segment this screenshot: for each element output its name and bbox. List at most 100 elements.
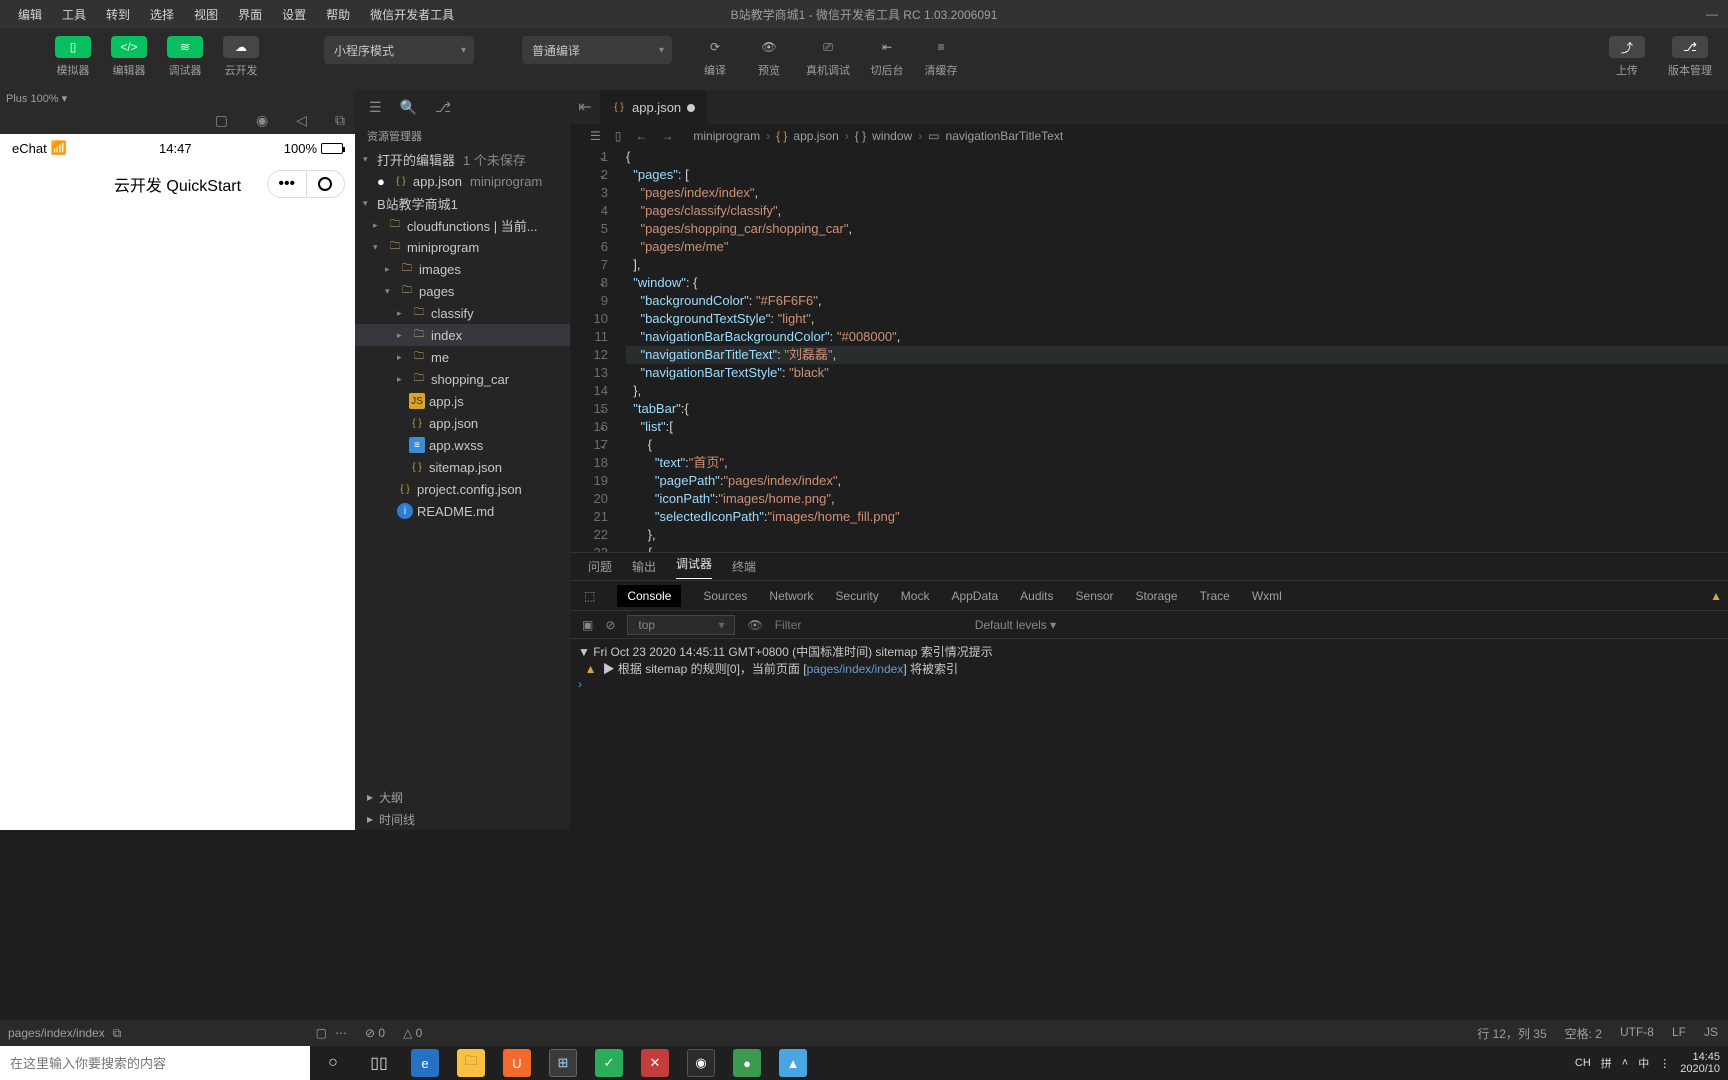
devtab-audits[interactable]: Audits (1020, 589, 1053, 603)
devtab-mock[interactable]: Mock (901, 589, 930, 603)
preview-button[interactable]: 👁 预览 (744, 36, 794, 78)
sim-screenshot-icon[interactable]: ▢ (316, 1026, 327, 1040)
tree-appjs[interactable]: JS app.js (355, 390, 570, 412)
nav-back-icon[interactable]: ← (635, 129, 647, 143)
eol[interactable]: LF (1672, 1025, 1686, 1042)
copy-icon[interactable]: ⧉ (113, 1026, 122, 1041)
context-selector[interactable]: top ▾ (627, 615, 735, 635)
clear-console-icon[interactable]: ⊘ (605, 618, 615, 632)
tree-images[interactable]: ▸🗀 images (355, 258, 570, 280)
editor-list-icon[interactable]: ☰ (590, 129, 601, 143)
menu-edit[interactable]: 编辑 (8, 6, 52, 23)
sim-more-icon[interactable]: ⋯ (335, 1026, 347, 1040)
status-warnings[interactable]: △ 0 (403, 1026, 422, 1040)
devtab-trace[interactable]: Trace (1200, 589, 1230, 603)
devtab-security[interactable]: Security (835, 589, 878, 603)
tab-terminal[interactable]: 终端 (732, 558, 756, 575)
devtab-storage[interactable]: Storage (1136, 589, 1178, 603)
explorer-git-icon[interactable]: ⎇ (435, 99, 451, 116)
upload-button[interactable]: ⤴ 上传 (1602, 36, 1652, 78)
log-levels-dropdown[interactable]: Default levels ▾ (975, 618, 1056, 632)
sidebar-toggle-icon[interactable]: ▣ (582, 618, 593, 632)
tree-pages[interactable]: ▾🗀 pages (355, 280, 570, 302)
tab-output[interactable]: 输出 (632, 558, 656, 575)
menu-ui[interactable]: 界面 (228, 6, 272, 23)
cursor-position[interactable]: 行 12，列 35 (1477, 1025, 1546, 1042)
devtab-sources[interactable]: Sources (703, 589, 747, 603)
wechat-icon[interactable]: ✓ (595, 1049, 623, 1077)
tree-me[interactable]: ▸🗀 me (355, 346, 570, 368)
tree-appjson[interactable]: { } app.json (355, 412, 570, 434)
tree-projectconfig[interactable]: { } project.config.json (355, 478, 570, 500)
tray-collapse-icon[interactable]: ˄ (1622, 1057, 1628, 1069)
code-area[interactable]: 1⌄2⌄3 4567 8⌄91011 121314 15⌄16⌄ 17⌄1819… (570, 148, 1728, 552)
device-selector[interactable]: Plus 100% ▾ (6, 92, 67, 105)
menu-settings[interactable]: 设置 (272, 6, 316, 23)
store-icon[interactable]: ⊞ (549, 1049, 577, 1077)
tree-readme[interactable]: i README.md (355, 500, 570, 522)
edge-icon[interactable]: e (411, 1049, 439, 1077)
code-body[interactable]: { "pages": [ "pages/index/index", "pages… (626, 148, 1728, 552)
clear-cache-button[interactable]: ≡ 清缓存 (916, 36, 966, 78)
sim-record-icon[interactable]: ◉ (256, 112, 268, 129)
tab-problems[interactable]: 问题 (588, 558, 612, 575)
tab-debugger[interactable]: 调试器 (676, 555, 712, 579)
capsule-close-icon[interactable] (307, 171, 345, 197)
bookmark-icon[interactable]: ▯ (615, 129, 622, 143)
menu-select[interactable]: 选择 (140, 6, 184, 23)
nav-fwd-icon[interactable]: → (661, 129, 673, 143)
eye-icon[interactable]: 👁 (747, 618, 762, 632)
menu-view[interactable]: 视图 (184, 6, 228, 23)
tray-more-icon[interactable]: ⋮ (1659, 1057, 1670, 1070)
crumb-file[interactable]: app.json (793, 129, 838, 143)
ime-indicator[interactable]: CH (1575, 1057, 1591, 1069)
devtools-inspect-icon[interactable]: ⬚ (584, 589, 595, 603)
open-editor-item[interactable]: ● { } app.json miniprogram (355, 170, 570, 192)
tree-shopping-car[interactable]: ▸🗀 shopping_car (355, 368, 570, 390)
wxdev-icon[interactable]: ● (733, 1049, 761, 1077)
tree-appwxss[interactable]: ≡ app.wxss (355, 434, 570, 456)
remote-debug-button[interactable]: ⎚ 真机调试 (798, 36, 858, 78)
crumb-key[interactable]: navigationBarTitleText (946, 129, 1064, 143)
cloud-button[interactable]: ☁ 云开发 (216, 36, 266, 78)
indent-setting[interactable]: 空格: 2 (1565, 1025, 1602, 1042)
console-output[interactable]: ▼ Fri Oct 23 2020 14:45:11 GMT+0800 (中国标… (570, 639, 1728, 830)
encoding[interactable]: UTF-8 (1620, 1025, 1654, 1042)
background-button[interactable]: ⇤ 切后台 (862, 36, 912, 78)
ime-mode[interactable]: 拼 (1601, 1055, 1612, 1071)
menu-tools[interactable]: 工具 (52, 6, 96, 23)
sim-screenshot-icon[interactable]: ⧉ (335, 112, 345, 129)
search-input[interactable] (10, 1056, 310, 1071)
tree-miniprogram[interactable]: ▾🗀 miniprogram (355, 236, 570, 258)
tree-sitemap[interactable]: { } sitemap.json (355, 456, 570, 478)
devtab-wxml[interactable]: Wxml (1252, 589, 1282, 603)
ime-lang[interactable]: 中 (1638, 1055, 1649, 1071)
obs-icon[interactable]: ◉ (687, 1049, 715, 1077)
version-button[interactable]: ⎇ 版本管理 (1660, 36, 1720, 78)
menu-devtools[interactable]: 微信开发者工具 (360, 6, 464, 23)
tray-clock[interactable]: 14:45 2020/10 (1680, 1051, 1720, 1075)
simulator-button[interactable]: ▯ 模拟器 (48, 36, 98, 78)
sim-rotate-icon[interactable]: ▢ (215, 112, 228, 129)
crumb-window[interactable]: window (872, 129, 912, 143)
compile-mode-dropdown[interactable]: 普通编译 ▾ (522, 36, 672, 64)
menu-help[interactable]: 帮助 (316, 6, 360, 23)
status-errors[interactable]: ⊘ 0 (365, 1026, 385, 1040)
explorer-search-icon[interactable]: 🔍 (400, 99, 417, 116)
cortana-icon[interactable]: ○ (310, 1046, 356, 1080)
open-editors-header[interactable]: ▾ 打开的编辑器 1 个未保存 (355, 148, 570, 170)
editor-tab-appjson[interactable]: { } app.json (600, 90, 707, 124)
photos-icon[interactable]: ▲ (779, 1049, 807, 1077)
taskbar-search[interactable] (0, 1046, 310, 1080)
uc-icon[interactable]: U (503, 1049, 531, 1077)
taskview-icon[interactable]: ▯▯ (356, 1046, 402, 1080)
explorer-list-icon[interactable]: ☰ (369, 99, 382, 116)
menu-goto[interactable]: 转到 (96, 6, 140, 23)
sim-mute-icon[interactable]: ◁ (296, 112, 307, 129)
devtab-sensor[interactable]: Sensor (1076, 589, 1114, 603)
filter-input[interactable] (775, 618, 955, 632)
mode-dropdown[interactable]: 小程序模式 ▾ (324, 36, 474, 64)
capsule-menu-icon[interactable]: ••• (268, 171, 307, 197)
debugger-button[interactable]: ≋ 调试器 (160, 36, 210, 78)
editor-button[interactable]: </> 编辑器 (104, 36, 154, 78)
